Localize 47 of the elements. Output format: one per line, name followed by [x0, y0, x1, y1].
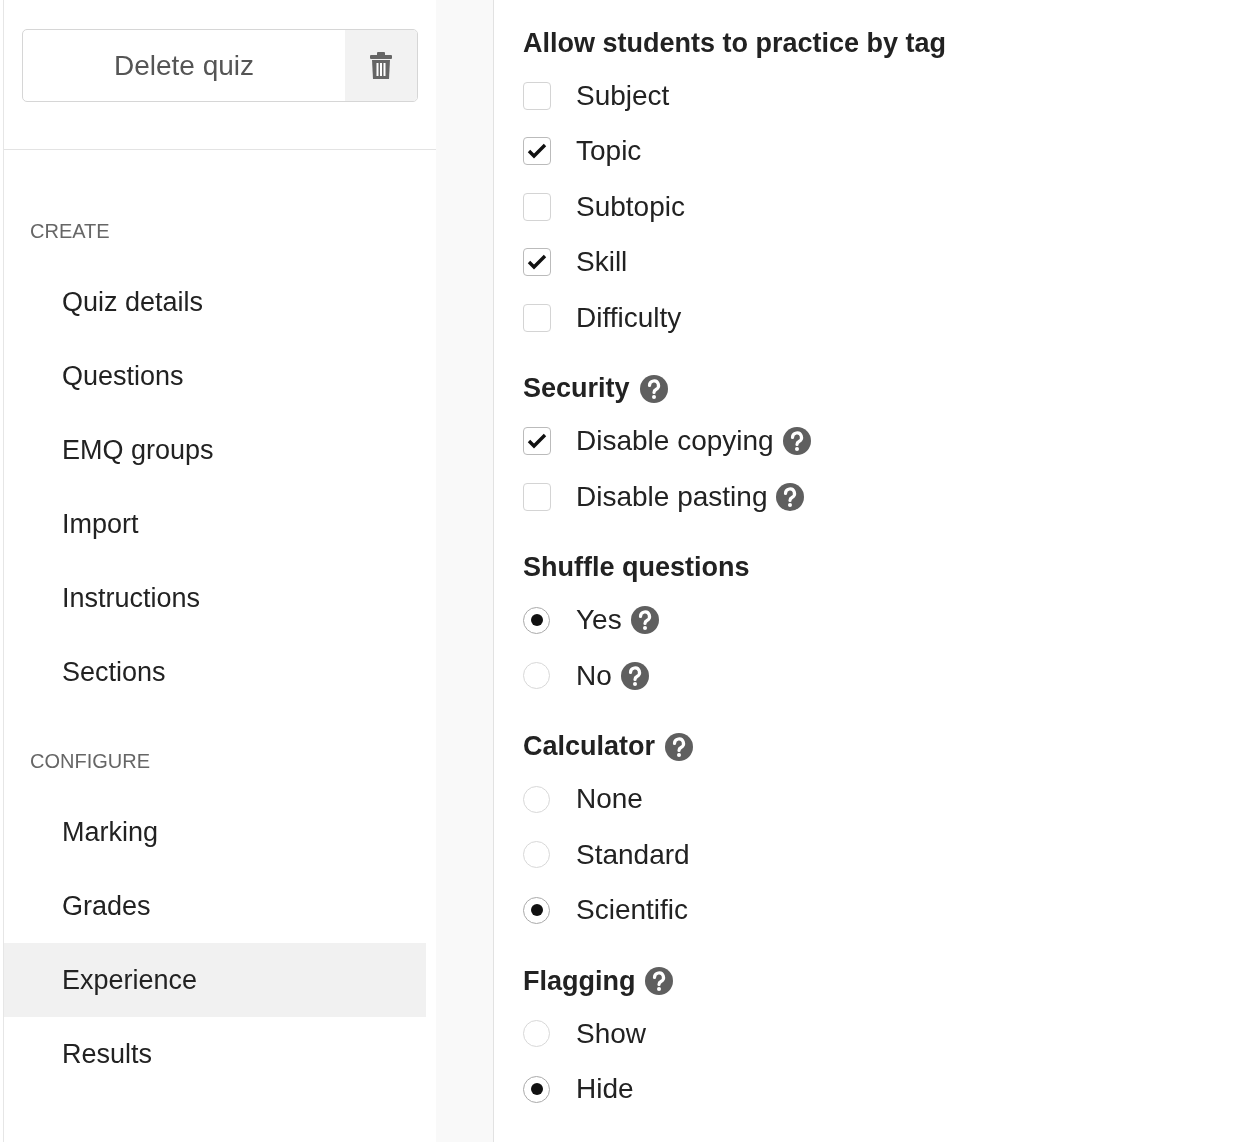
nav-section-heading: CREATE — [29, 220, 111, 243]
checkbox[interactable] — [523, 248, 551, 277]
nav-item[interactable]: Grades — [4, 869, 426, 943]
option-label: Disable pasting — [576, 480, 768, 513]
option-label: No — [576, 659, 612, 692]
section-title: Allow students to practice by tag — [523, 27, 947, 59]
section-title: Shuffle questions — [523, 552, 750, 583]
help-icon[interactable] — [665, 732, 694, 761]
nav-section-heading: CONFIGURE — [29, 750, 151, 773]
option-label: Yes — [576, 604, 622, 637]
nav-item[interactable]: Results — [4, 1017, 426, 1091]
help-icon[interactable] — [639, 374, 668, 403]
section-title: Security — [523, 373, 630, 404]
option-label: Hide — [576, 1073, 634, 1106]
option-label: Subtopic — [576, 190, 685, 223]
checkbox[interactable] — [523, 482, 551, 511]
trash-icon — [369, 51, 393, 80]
option-label: Skill — [576, 246, 628, 279]
help-icon[interactable] — [620, 661, 649, 690]
nav-item[interactable]: Sections — [4, 635, 426, 709]
nav-item[interactable]: Experience — [4, 943, 426, 1017]
help-icon[interactable] — [776, 482, 805, 511]
option-label: Scientific — [576, 894, 689, 927]
option-label: Topic — [576, 135, 642, 168]
nav-item[interactable]: Import — [4, 487, 426, 561]
help-icon[interactable] — [645, 967, 674, 995]
checkbox[interactable] — [523, 303, 551, 332]
nav-item[interactable]: Instructions — [4, 561, 426, 635]
checkbox[interactable] — [523, 81, 551, 110]
delete-quiz-button[interactable]: Delete quiz — [22, 29, 418, 102]
checkbox[interactable] — [523, 427, 551, 456]
option-label: Difficulty — [576, 301, 682, 334]
help-icon[interactable] — [782, 427, 811, 456]
option-label: Disable copying — [576, 425, 774, 458]
nav-item[interactable]: EMQ groups — [4, 413, 426, 487]
checkbox[interactable] — [523, 137, 551, 166]
nav-item[interactable]: Questions — [4, 339, 426, 413]
checkbox[interactable] — [523, 192, 551, 221]
section-title: Flagging — [523, 965, 636, 997]
help-icon[interactable] — [630, 606, 659, 635]
section-title: Calculator — [523, 731, 656, 762]
nav-item[interactable]: Marking — [4, 795, 426, 869]
option-label: Standard — [576, 838, 690, 871]
option-label: Show — [576, 1017, 647, 1050]
option-label: Subject — [576, 79, 670, 112]
nav-item[interactable]: Quiz details — [4, 265, 426, 339]
option-label: None — [576, 783, 643, 816]
